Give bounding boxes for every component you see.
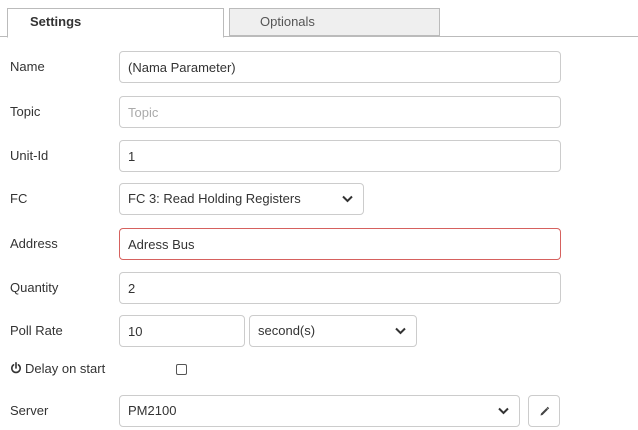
delay-on-start-checkbox[interactable]	[176, 364, 187, 375]
chevron-down-icon	[395, 327, 406, 335]
server-label: Server	[10, 403, 49, 418]
server-row: Server PM2100	[0, 395, 638, 429]
delay-on-start-row: Delay on start	[0, 355, 638, 385]
server-select[interactable]: PM2100	[119, 395, 520, 427]
fc-selected-value: FC 3: Read Holding Registers	[128, 191, 301, 206]
tab-optionals-label: Optionals	[260, 14, 315, 29]
tab-settings-label: Settings	[30, 14, 82, 29]
poll-rate-row: Poll Rate second(s)	[0, 315, 638, 349]
chevron-down-icon	[498, 407, 509, 415]
chevron-down-icon	[342, 195, 353, 203]
poll-rate-unit-value: second(s)	[258, 323, 316, 338]
delay-on-start-text: Delay on start	[25, 361, 106, 376]
unit-id-input[interactable]	[119, 140, 561, 172]
topic-input[interactable]	[119, 96, 561, 128]
fc-row: FC FC 3: Read Holding Registers	[0, 183, 638, 217]
power-icon	[11, 362, 21, 374]
tab-bar: Settings Optionals	[0, 0, 638, 38]
poll-rate-input[interactable]	[119, 315, 245, 347]
quantity-label: Quantity	[10, 280, 59, 295]
quantity-row: Quantity	[0, 272, 638, 306]
server-selected-value: PM2100	[128, 403, 177, 418]
tab-optionals[interactable]: Optionals	[229, 8, 440, 36]
pencil-icon	[540, 406, 550, 416]
poll-rate-unit-select[interactable]: second(s)	[249, 315, 417, 347]
poll-rate-label: Poll Rate	[10, 323, 63, 338]
fc-select[interactable]: FC 3: Read Holding Registers	[119, 183, 364, 215]
delay-on-start-label: Delay on start	[10, 355, 105, 383]
name-label: Name	[10, 59, 45, 74]
name-input[interactable]	[119, 51, 561, 83]
address-row: Address	[0, 228, 638, 262]
unit-id-label: Unit-Id	[10, 148, 49, 163]
fc-label: FC	[10, 191, 28, 206]
name-row: Name	[0, 51, 638, 85]
address-label: Address	[10, 236, 58, 251]
quantity-input[interactable]	[119, 272, 561, 304]
unit-id-row: Unit-Id	[0, 140, 638, 174]
address-input[interactable]	[119, 228, 561, 260]
topic-row: Topic	[0, 96, 638, 130]
topic-label: Topic	[10, 104, 41, 119]
edit-server-button[interactable]	[528, 395, 560, 427]
tab-settings[interactable]: Settings	[7, 8, 224, 38]
